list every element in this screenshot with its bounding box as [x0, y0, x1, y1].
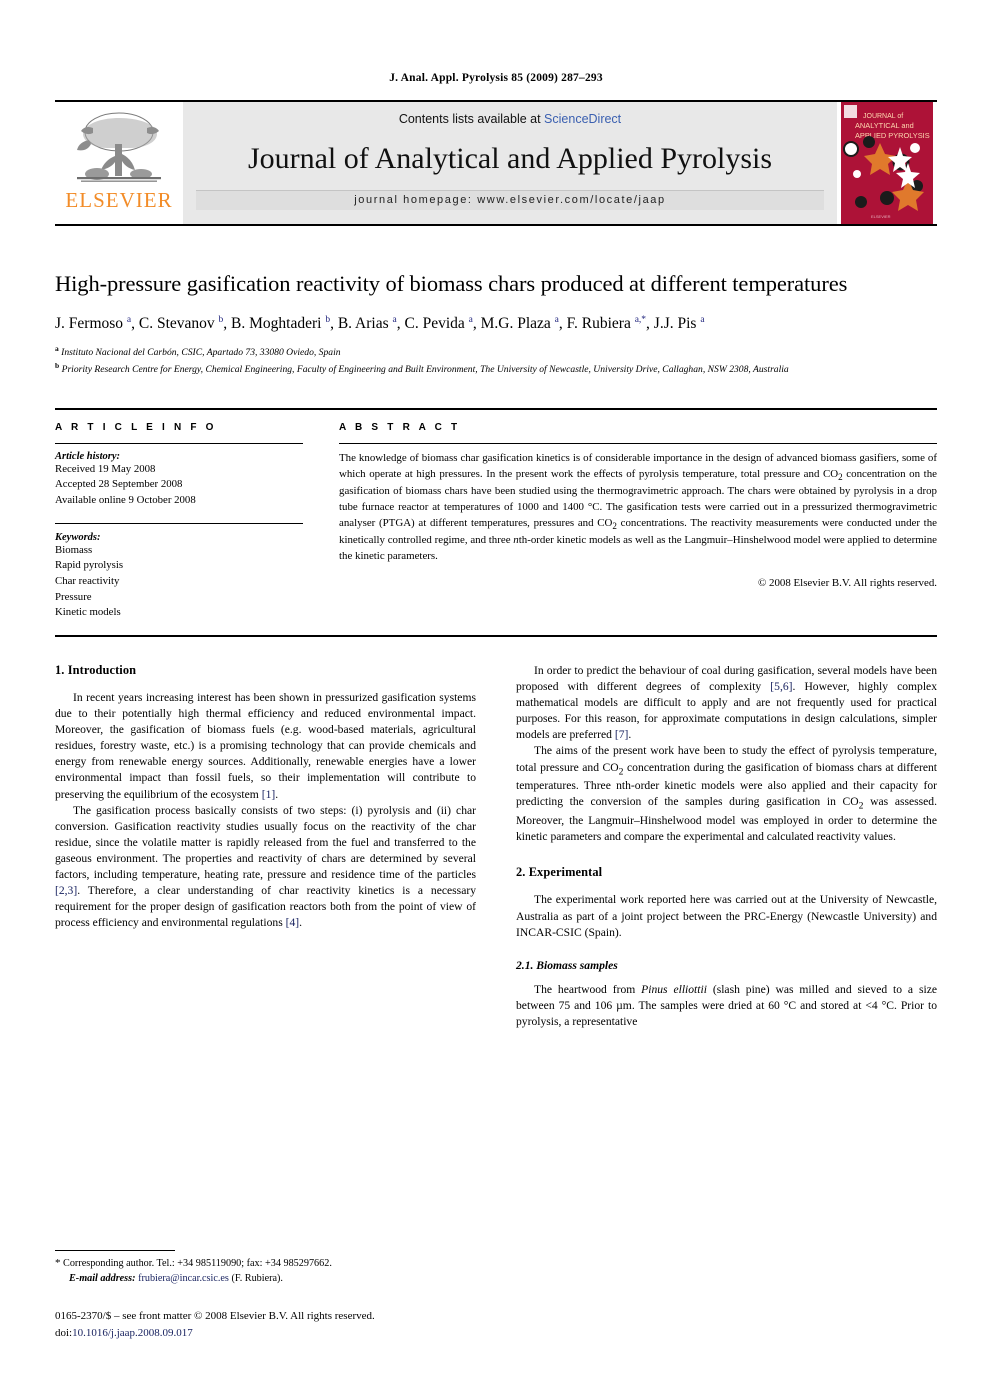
doi-link[interactable]: 10.1016/j.jaap.2008.09.017	[72, 1327, 193, 1339]
keyword-item: Kinetic models	[55, 606, 121, 619]
article-history-list: Received 19 May 2008 Accepted 28 Septemb…	[55, 462, 303, 509]
page-title: High-pressure gasification reactivity of…	[55, 271, 848, 296]
keyword-item: Biomass	[55, 543, 93, 556]
experimental-paragraph-1: The experimental work reported here was …	[516, 893, 937, 939]
divider	[55, 522, 303, 524]
footnote-divider	[55, 1250, 175, 1251]
journal-cover-icon: JOURNAL of ANALYTICAL and APPLIED PYROLY…	[841, 102, 933, 224]
abstract-column: A B S T R A C T The knowledge of biomass…	[339, 422, 937, 621]
elsevier-tree-icon	[77, 112, 161, 182]
biomass-paragraph-1: The heartwood from Pinus elliottii (slas…	[516, 982, 937, 1028]
journal-homepage-bar[interactable]: journal homepage: www.elsevier.com/locat…	[196, 190, 824, 210]
email-line: E-mail address: frubiera@incar.csic.es (…	[55, 1272, 502, 1287]
contents-prefix: Contents lists available at	[398, 112, 545, 126]
section-heading-experimental: 2. Experimental	[516, 865, 603, 880]
copyright-line: © 2008 Elsevier B.V. All rights reserved…	[758, 576, 937, 589]
keyword-item: Rapid pyrolysis	[55, 559, 124, 572]
doi-line: doi:10.1016/j.jaap.2008.09.017	[55, 1325, 375, 1342]
corresponding-author-line: * Corresponding author. Tel.: +34 985119…	[55, 1257, 332, 1269]
article-history-label: Article history:	[55, 450, 121, 462]
subsection-heading-biomass-samples: 2.1. Biomass samples	[516, 958, 618, 972]
abstract-text: The knowledge of biomass char gasificati…	[339, 451, 937, 562]
journal-cover-thumbnail: JOURNAL of ANALYTICAL and APPLIED PYROLY…	[837, 102, 937, 224]
email-label: E-mail address:	[69, 1272, 136, 1284]
intro-paragraph-3: In order to predict the behaviour of coa…	[516, 663, 937, 742]
history-item: Accepted 28 September 2008	[55, 478, 183, 491]
email-link[interactable]: frubiera@incar.csic.es	[138, 1273, 229, 1284]
author-list: J. Fermoso a, C. Stevanov b, B. Moghtade…	[55, 315, 705, 333]
masthead-center: Contents lists available at ScienceDirec…	[183, 102, 837, 224]
contents-available-line: Contents lists available at ScienceDirec…	[399, 112, 621, 126]
elsevier-logo: ELSEVIER	[55, 102, 183, 224]
intro-paragraph-1: In recent years increasing interest has …	[55, 690, 476, 801]
article-info-column: A R T I C L E I N F O Article history: R…	[55, 422, 303, 621]
intro-paragraph-2: The gasification process basically consi…	[55, 803, 476, 930]
issn-line: 0165-2370/$ – see front matter © 2008 El…	[55, 1310, 375, 1322]
body-column-right: In order to predict the behaviour of coa…	[516, 663, 937, 1030]
article-info-abstract-block: A R T I C L E I N F O Article history: R…	[55, 407, 937, 637]
history-item: Available online 9 October 2008	[55, 494, 196, 507]
abstract-heading: A B S T R A C T	[339, 421, 461, 433]
divider	[339, 442, 937, 444]
divider	[55, 442, 303, 444]
body-columns: 1. Introduction In recent years increasi…	[55, 663, 937, 1030]
title-block: High-pressure gasification reactivity of…	[55, 270, 937, 378]
doi-label: doi:	[55, 1326, 73, 1339]
svg-text:ANALYTICAL and: ANALYTICAL and	[855, 121, 914, 130]
svg-text:JOURNAL of: JOURNAL of	[863, 113, 903, 120]
keywords-label: Keywords:	[55, 531, 101, 543]
svg-text:ELSEVIER: ELSEVIER	[871, 214, 891, 219]
email-owner: (F. Rubiera).	[231, 1272, 283, 1284]
keyword-item: Pressure	[55, 590, 92, 603]
journal-title: Journal of Analytical and Applied Pyroly…	[247, 142, 773, 175]
sciencedirect-link[interactable]: ScienceDirect	[544, 112, 621, 126]
paper-page: J. Anal. Appl. Pyrolysis 85 (2009) 287–2…	[0, 72, 992, 1395]
affiliations: a Instituto Nacional del Carbón, CSIC, A…	[55, 343, 937, 378]
history-item: Received 19 May 2008	[55, 462, 156, 475]
affiliation-a: a Instituto Nacional del Carbón, CSIC, A…	[55, 343, 341, 358]
article-info-heading: A R T I C L E I N F O	[55, 421, 217, 433]
elsevier-wordmark: ELSEVIER	[65, 188, 173, 212]
running-head: J. Anal. Appl. Pyrolysis 85 (2009) 287–2…	[389, 72, 603, 84]
corresponding-author-footnote: * Corresponding author. Tel.: +34 985119…	[55, 1250, 502, 1287]
affiliation-b: b Priority Research Centre for Energy, C…	[55, 361, 789, 376]
keywords-list: Biomass Rapid pyrolysis Char reactivity …	[55, 543, 303, 621]
body-column-left: 1. Introduction In recent years increasi…	[55, 663, 476, 1030]
intro-paragraph-4: The aims of the present work have been t…	[516, 744, 937, 844]
imprint-block: 0165-2370/$ – see front matter © 2008 El…	[55, 1308, 375, 1341]
keyword-item: Char reactivity	[55, 575, 120, 587]
section-heading-introduction: 1. Introduction	[55, 662, 137, 677]
journal-masthead: ELSEVIER Contents lists available at Sci…	[55, 100, 937, 226]
